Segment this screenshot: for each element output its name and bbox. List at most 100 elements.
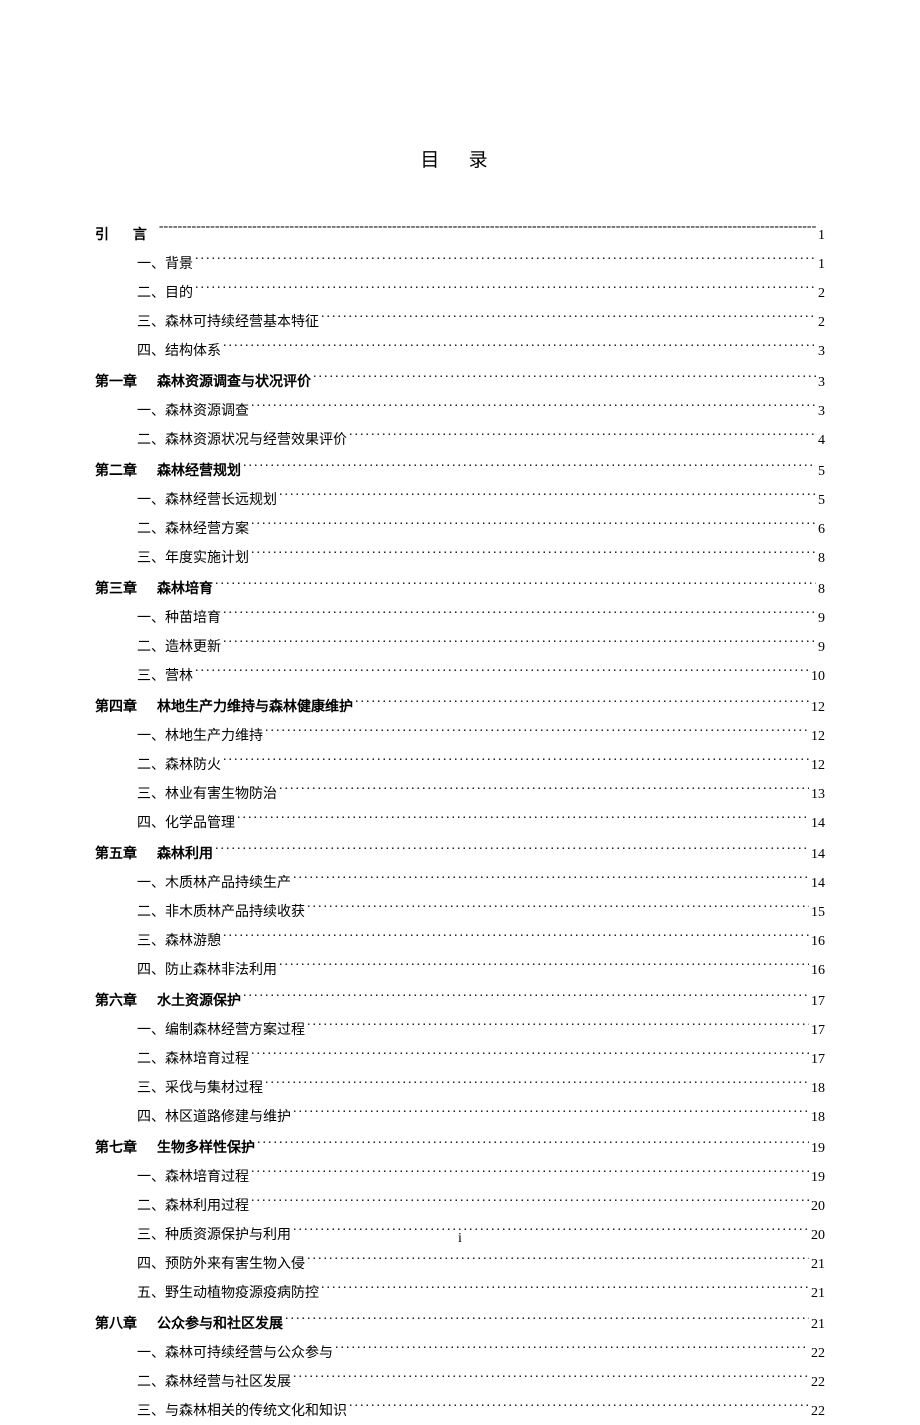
toc-entry: 三、营林10 — [137, 665, 825, 690]
toc-chapter-title: 森林资源调查与状况评价 — [157, 373, 311, 389]
toc-leader — [251, 401, 816, 415]
toc-entry-text: 三、采伐与集材过程 — [137, 1077, 263, 1102]
toc-entry-page: 9 — [818, 636, 825, 661]
toc-entry-text: 二、森林培育过程 — [137, 1048, 249, 1073]
toc-leader — [321, 1283, 809, 1297]
toc-entry-text: 一、背景 — [137, 253, 193, 278]
toc-leader — [251, 1049, 809, 1063]
toc-leader — [215, 579, 816, 593]
toc-entry-text: 二、森林资源状况与经营效果评价 — [137, 429, 347, 454]
toc-entry-page: 21 — [811, 1313, 825, 1338]
toc-entry: 第七章生物多样性保护19 — [95, 1135, 825, 1162]
toc-chapter-number: 第四章 — [95, 698, 137, 714]
toc-entry-page: 12 — [811, 754, 825, 779]
toc-entry-text: 一、森林可持续经营与公众参与 — [137, 1342, 333, 1367]
toc-leader — [195, 254, 816, 268]
toc-entry: 四、化学品管理 14 — [137, 812, 825, 837]
toc-entry: 二、森林防火 12 — [137, 754, 825, 779]
toc-leader — [349, 430, 816, 444]
toc-chapter-label: 第二章森林经营规划 — [95, 458, 241, 485]
toc-entry-page: 2 — [818, 311, 825, 336]
toc-entry: 二、非木质林产品持续收获15 — [137, 901, 825, 926]
toc-entry: 三、年度实施计划 8 — [137, 547, 825, 572]
toc-entry: 二、森林培育过程17 — [137, 1048, 825, 1073]
toc-leader — [251, 1196, 809, 1210]
toc-chapter-label: 第六章 水土资源保护 — [95, 988, 241, 1015]
toc-entry-page: 19 — [811, 1166, 825, 1191]
toc-leader — [215, 844, 809, 858]
toc-entry: 一、种苗培育9 — [137, 607, 825, 632]
toc-entry: 第四章林地生产力维持与森林健康维护12 — [95, 694, 825, 721]
toc-chapter-title: 林地生产力维持与森林健康维护 — [157, 698, 353, 714]
toc-entry-text: 二、森林防火 — [137, 754, 221, 779]
toc-leader — [293, 1372, 809, 1386]
toc-entry: 第六章水土资源保护17 — [95, 988, 825, 1015]
toc-entry: 四、结构体系 3 — [137, 340, 825, 365]
toc-entry-text: 二、目的 — [137, 282, 193, 307]
page-number: i — [0, 1231, 920, 1247]
toc-entry-page: 8 — [818, 578, 825, 603]
toc-entry-text: 三、年度实施计划 — [137, 547, 249, 572]
toc-leader — [279, 490, 816, 504]
toc-leader — [293, 873, 809, 887]
toc-entry-page: 5 — [818, 460, 825, 485]
toc-entry: 四、预防外来有害生物入侵21 — [137, 1253, 825, 1278]
toc-leader — [285, 1314, 809, 1328]
toc-entry: 三、与森林相关的传统文化和知识22 — [137, 1400, 825, 1425]
toc-entry-text: 二、森林经营与社区发展 — [137, 1371, 291, 1396]
toc-entry-page: 3 — [818, 340, 825, 365]
toc-entry-text: 三、与森林相关的传统文化和知识 — [137, 1400, 347, 1425]
toc-entry-text: 一、木质林产品持续生产 — [137, 872, 291, 897]
toc-leader — [223, 755, 809, 769]
toc-entry: 一、森林可持续经营与公众参与22 — [137, 1342, 825, 1367]
toc-entry-page: 2 — [818, 282, 825, 307]
toc-entry-text: 三、林业有害生物防治 — [137, 783, 277, 808]
toc-entry: 二、森林经营方案6 — [137, 518, 825, 543]
toc-entry-text: 四、防止森林非法利用 — [137, 959, 277, 984]
toc-entry: 一、编制森林经营方案过程 17 — [137, 1019, 825, 1044]
toc-leader — [195, 666, 809, 680]
toc-entry-text: 三、森林游憩 — [137, 930, 221, 955]
toc-entry: 二、造林更新 9 — [137, 636, 825, 661]
toc-entry-page: 1 — [818, 224, 825, 249]
toc-entry-page: 16 — [811, 959, 825, 984]
toc-entry-page: 16 — [811, 930, 825, 955]
toc-entry-page: 17 — [811, 1019, 825, 1044]
toc-entry-text: 五、野生动植物疫源疫病防控 — [137, 1282, 319, 1307]
toc-entry-text: 四、结构体系 — [137, 340, 221, 365]
toc-leader — [159, 225, 816, 239]
toc-entry: 第二章森林经营规划 5 — [95, 458, 825, 485]
toc-leader — [279, 960, 809, 974]
toc-entry-text: 二、非木质林产品持续收获 — [137, 901, 305, 926]
toc-chapter-title: 森林培育 — [157, 580, 213, 596]
toc-leader — [293, 1107, 809, 1121]
toc-leader — [349, 1401, 809, 1415]
toc-entry: 三、森林可持续经营基本特征2 — [137, 311, 825, 336]
toc-entry-page: 8 — [818, 547, 825, 572]
toc-entry-text: 四、化学品管理 — [137, 812, 235, 837]
toc-entry: 一、森林经营长远规划5 — [137, 489, 825, 514]
toc-entry: 一、森林培育过程19 — [137, 1166, 825, 1191]
toc-leader — [265, 1078, 809, 1092]
toc-chapter-title: 生物多样性保护 — [157, 1139, 255, 1155]
toc-entry-text: 一、编制森林经营方案过程 — [137, 1019, 305, 1044]
toc-entry: 二、森林利用过程20 — [137, 1195, 825, 1220]
toc-entry-text: 一、森林资源调查 — [137, 400, 249, 425]
toc-chapter-title: 水土资源保护 — [157, 992, 241, 1008]
toc-entry: 第一章 森林资源调查与状况评价 3 — [95, 369, 825, 396]
toc-entry: 二、森林经营与社区发展22 — [137, 1371, 825, 1396]
toc-chapter-number: 第一章 — [95, 373, 137, 389]
toc-leader — [223, 341, 816, 355]
toc-entry-page: 14 — [811, 812, 825, 837]
toc-entry-page: 3 — [818, 371, 825, 396]
toc-leader — [243, 991, 809, 1005]
toc-entry-page: 10 — [811, 665, 825, 690]
toc-chapter-number: 第七章 — [95, 1139, 137, 1155]
toc-chapter-title: 森林经营规划 — [157, 462, 241, 478]
toc-chapter-label: 第七章 生物多样性保护 — [95, 1135, 255, 1162]
toc-entry-page: 5 — [818, 489, 825, 514]
toc-entry-text: 二、造林更新 — [137, 636, 221, 661]
toc-chapter-number: 第八章 — [95, 1315, 137, 1331]
toc-entry-text: 引 言 — [95, 222, 157, 247]
toc-chapter-number: 第六章 — [95, 992, 137, 1008]
